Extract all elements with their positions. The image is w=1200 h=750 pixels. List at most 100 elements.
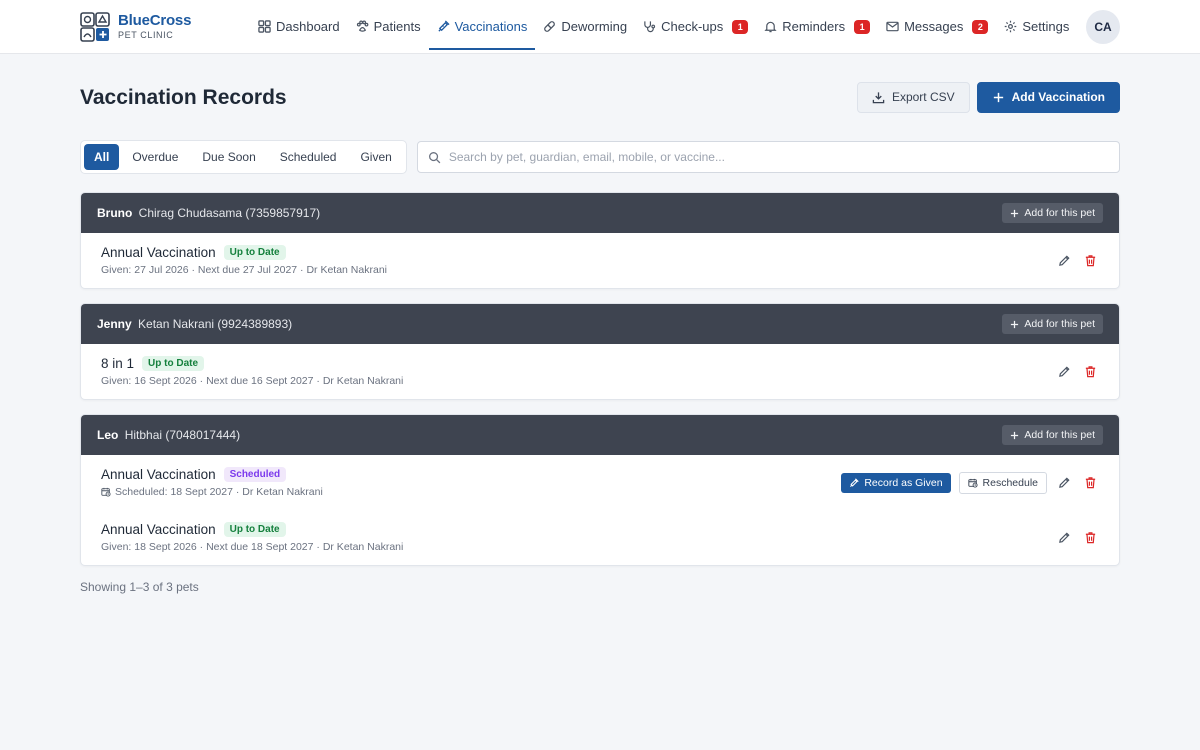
user-avatar[interactable]: CA <box>1086 10 1120 44</box>
reschedule-label: Reschedule <box>982 476 1038 489</box>
record-meta-text: Scheduled: 18 Sept 2027 · Dr Ketan Nakra… <box>115 486 323 498</box>
pencil-icon <box>1058 255 1070 266</box>
pet-group-header: Jenny Ketan Nakrani (9924389893) Add for… <box>81 304 1119 344</box>
filter-tab-due-soon[interactable]: Due Soon <box>191 144 266 170</box>
nav-label: Messages <box>904 19 964 34</box>
pet-name: Bruno <box>97 206 133 220</box>
messages-count-badge: 2 <box>972 19 989 34</box>
vaccine-name: Annual Vaccination <box>101 522 216 537</box>
add-vaccination-button[interactable]: Add Vaccination <box>976 81 1120 113</box>
reminders-count-badge: 1 <box>854 19 871 34</box>
record-as-given-button[interactable]: Record as Given <box>841 472 951 493</box>
gear-icon <box>1005 20 1017 33</box>
brand-subtitle: PET CLINIC <box>118 30 174 40</box>
nav-vaccinations[interactable]: Vaccinations <box>428 0 536 54</box>
reschedule-button[interactable]: Reschedule <box>958 471 1047 494</box>
syringe-icon <box>850 477 860 487</box>
top-navigation-bar: BlueCross PET CLINIC Dashboard Patients … <box>0 0 1200 54</box>
status-badge: Up to Date <box>223 522 286 537</box>
clinic-logo-icon <box>80 11 110 42</box>
nav-label: Dashboard <box>276 19 340 34</box>
nav-dashboard[interactable]: Dashboard <box>250 0 348 54</box>
owner-details: Hitbhai (7048017444) <box>124 428 241 442</box>
edit-record-button[interactable] <box>1055 529 1073 547</box>
vaccine-name: Annual Vaccination <box>101 245 216 260</box>
nav-checkups[interactable]: Check-ups 1 <box>635 0 756 54</box>
vaccination-record: Annual Vaccination Up to Date Given: 18 … <box>81 510 1119 565</box>
filter-tab-given[interactable]: Given <box>349 144 402 170</box>
record-info: 8 in 1 Up to Date Given: 16 Sept 2026 · … <box>101 356 403 387</box>
nav-messages[interactable]: Messages 2 <box>878 0 996 54</box>
pet-group-leo: Leo Hitbhai (7048017444) Add for this pe… <box>80 414 1120 566</box>
plus-icon <box>993 92 1003 102</box>
add-for-pet-button[interactable]: Add for this pet <box>1002 425 1103 445</box>
add-vaccination-label: Add Vaccination <box>1011 90 1105 104</box>
bell-icon <box>764 21 777 33</box>
main-nav: Dashboard Patients Vaccinations Dewormin… <box>250 0 1077 54</box>
filter-tab-scheduled[interactable]: Scheduled <box>269 144 348 170</box>
pet-owner-info: Leo Hitbhai (7048017444) <box>97 428 240 442</box>
nav-patients[interactable]: Patients <box>348 0 429 54</box>
record-meta: Given: 16 Sept 2026 · Next due 16 Sept 2… <box>101 375 404 387</box>
mail-icon <box>886 21 899 32</box>
pill-icon <box>544 21 556 32</box>
nav-reminders[interactable]: Reminders 1 <box>756 0 878 54</box>
filter-tab-overdue[interactable]: Overdue <box>121 144 189 170</box>
plus-icon <box>1011 431 1019 439</box>
record-actions: Record as Given Reschedule <box>841 471 1099 494</box>
delete-record-button[interactable] <box>1081 529 1099 547</box>
checkups-count-badge: 1 <box>732 19 749 34</box>
record-as-given-label: Record as Given <box>864 476 943 489</box>
record-meta: Scheduled: 18 Sept 2027 · Dr Ketan Nakra… <box>101 486 323 498</box>
nav-settings[interactable]: Settings <box>996 0 1077 54</box>
status-badge: Up to Date <box>223 245 286 260</box>
nav-deworming[interactable]: Deworming <box>535 0 635 54</box>
paw-icon <box>356 20 369 32</box>
owner-details: Chirag Chudasama (7359857917) <box>138 206 321 220</box>
record-actions <box>1055 252 1099 270</box>
delete-record-button[interactable] <box>1081 252 1099 270</box>
search-input[interactable] <box>448 150 1109 164</box>
vaccine-name: Annual Vaccination <box>101 467 216 482</box>
trash-icon <box>1085 477 1095 489</box>
status-badge: Scheduled <box>223 467 287 482</box>
add-for-pet-label: Add for this pet <box>1024 207 1095 219</box>
pagination-summary: Showing 1–3 of 3 pets <box>80 580 199 594</box>
edit-record-button[interactable] <box>1055 474 1073 492</box>
vaccination-record: 8 in 1 Up to Date Given: 16 Sept 2026 · … <box>81 344 1119 399</box>
export-csv-label: Export CSV <box>891 90 955 104</box>
add-for-pet-label: Add for this pet <box>1024 318 1095 330</box>
main-content: Vaccination Records Export CSV Add Vacci… <box>0 54 1200 594</box>
export-csv-button[interactable]: Export CSV <box>856 81 970 113</box>
vaccination-record: Annual Vaccination Scheduled Scheduled: … <box>81 455 1119 510</box>
delete-record-button[interactable] <box>1081 363 1099 381</box>
search-icon <box>428 151 441 163</box>
record-meta: Given: 18 Sept 2026 · Next due 18 Sept 2… <box>101 541 404 553</box>
edit-record-button[interactable] <box>1055 363 1073 381</box>
calendar-clock-icon <box>967 478 978 488</box>
add-for-pet-button[interactable]: Add for this pet <box>1002 203 1103 223</box>
grid-icon <box>258 20 271 33</box>
edit-record-button[interactable] <box>1055 252 1073 270</box>
add-for-pet-button[interactable]: Add for this pet <box>1002 314 1103 334</box>
pet-group-header: Leo Hitbhai (7048017444) Add for this pe… <box>81 415 1119 455</box>
trash-icon <box>1085 255 1095 267</box>
nav-label: Settings <box>1022 19 1070 34</box>
add-for-pet-label: Add for this pet <box>1024 429 1095 441</box>
trash-icon <box>1085 532 1095 544</box>
page-header: Vaccination Records Export CSV Add Vacci… <box>80 54 1120 140</box>
pencil-icon <box>1058 532 1070 543</box>
record-meta: Given: 27 Jul 2026 · Next due 27 Jul 202… <box>101 264 387 276</box>
pencil-icon <box>1058 477 1070 488</box>
delete-record-button[interactable] <box>1081 474 1099 492</box>
stethoscope-icon <box>644 21 656 33</box>
page-actions: Export CSV Add Vaccination <box>856 81 1120 113</box>
filters-row: All Overdue Due Soon Scheduled Given <box>80 140 1120 174</box>
page-title: Vaccination Records <box>80 86 287 109</box>
trash-icon <box>1085 366 1095 378</box>
pet-group-jenny: Jenny Ketan Nakrani (9924389893) Add for… <box>80 303 1120 400</box>
pet-owner-info: Jenny Ketan Nakrani (9924389893) <box>97 317 292 331</box>
filter-tab-all[interactable]: All <box>84 144 120 170</box>
brand[interactable]: BlueCross PET CLINIC <box>80 11 250 42</box>
nav-label: Reminders <box>782 19 846 34</box>
